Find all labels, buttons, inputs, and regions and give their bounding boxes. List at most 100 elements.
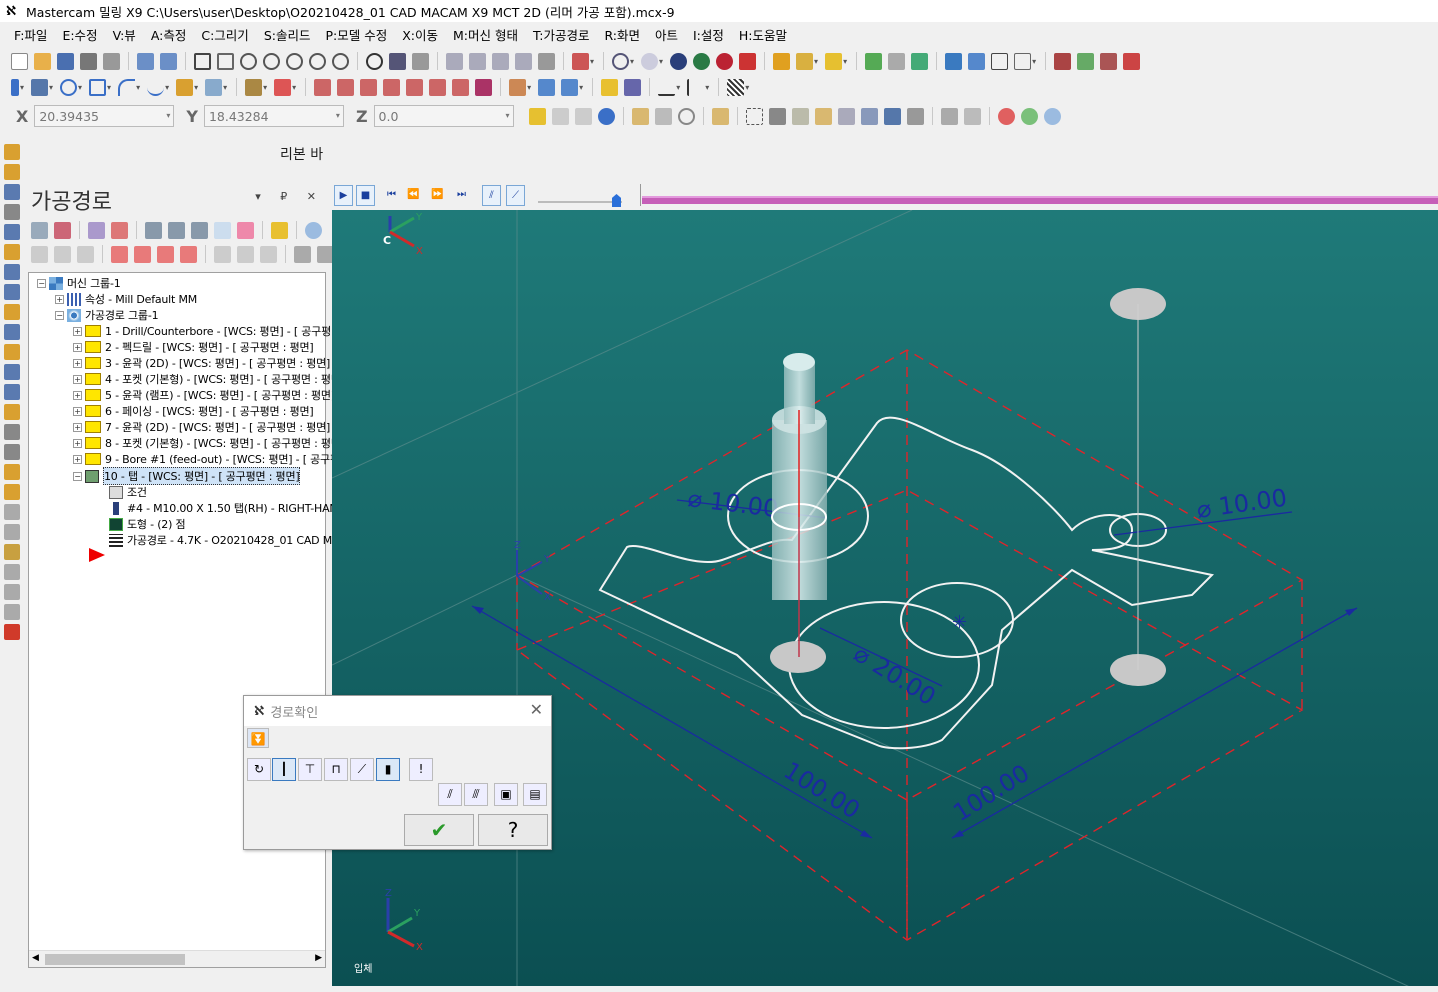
redo-icon[interactable]: [160, 52, 177, 70]
path-trail-button[interactable]: ⫽: [482, 185, 501, 206]
menu-item-5[interactable]: S:솔리드: [264, 25, 311, 44]
dimension-h-icon[interactable]: [658, 79, 676, 96]
point-icon[interactable]: [11, 78, 19, 96]
zoom-window-icon[interactable]: [240, 52, 257, 70]
select-box-icon[interactable]: [711, 107, 729, 125]
x-coordinate-input[interactable]: 20.39435 ▾: [34, 105, 175, 127]
brush-icon[interactable]: [796, 52, 814, 70]
light-icon[interactable]: [601, 78, 619, 96]
arc-icon[interactable]: [118, 78, 136, 96]
select-verify-icon[interactable]: [677, 107, 695, 125]
new-file-icon[interactable]: [11, 52, 28, 70]
tool-manager-icon[interactable]: [1054, 52, 1072, 70]
show-tool-button[interactable]: ┃: [272, 758, 296, 781]
left-tool-20-icon[interactable]: [4, 524, 20, 540]
expand-icon[interactable]: +: [73, 358, 82, 368]
chain-icon[interactable]: [945, 52, 963, 70]
collapse-icon[interactable]: −: [55, 310, 64, 320]
select-back-icon[interactable]: [883, 107, 901, 125]
menu-item-11[interactable]: 아트: [655, 25, 678, 44]
regenerate-dirty-icon[interactable]: [111, 221, 128, 239]
left-tool-10-icon[interactable]: [4, 324, 20, 340]
step-back-button[interactable]: ⏪: [404, 185, 423, 206]
left-tool-13-icon[interactable]: [4, 384, 20, 400]
print-icon[interactable]: [80, 52, 97, 70]
screenshot-button[interactable]: ▣: [494, 783, 518, 806]
expand-dialog-button[interactable]: ⏬: [247, 728, 269, 748]
left-tool-4-icon[interactable]: [4, 204, 20, 220]
rotate-icon[interactable]: [366, 52, 383, 70]
simulate-icon[interactable]: [191, 221, 208, 239]
expand-icon[interactable]: +: [73, 438, 82, 448]
color-icon[interactable]: [624, 78, 642, 96]
move-down-icon[interactable]: [111, 245, 128, 263]
left-tool-21-icon[interactable]: [4, 544, 20, 560]
tool-sim-icon[interactable]: [1100, 52, 1118, 70]
left-tool-7-icon[interactable]: [4, 264, 20, 280]
zoom-target-icon[interactable]: [263, 52, 280, 70]
help-icon[interactable]: [1043, 107, 1061, 125]
viewport-canvas[interactable]: ⌀ 10.00 ⌀ 10.00 ⌀ 20.00 100.00 100.00 ✳: [331, 209, 1438, 992]
tool-display-button[interactable]: ⟋: [506, 185, 525, 206]
select-all-ops-icon[interactable]: [31, 221, 48, 239]
tree-geometry[interactable]: 도형 - (2) 점: [109, 516, 186, 532]
tree-op-6[interactable]: +6 - 페이싱 - [WCS: 평면] - [ 공구평면 : 평면]: [73, 403, 314, 419]
tree-machine-group[interactable]: − 머신 그룹-1: [37, 275, 121, 291]
xform-offset-icon[interactable]: [406, 78, 424, 96]
left-tool-5-icon[interactable]: [4, 224, 20, 240]
left-tool-25-icon[interactable]: [4, 624, 20, 640]
speed-slider-thumb[interactable]: [612, 194, 621, 207]
snap-icon[interactable]: [528, 107, 546, 125]
tree-op-3[interactable]: +3 - 윤곽 (2D) - [WCS: 평면] - [ 공구평면 : 평면]: [73, 355, 330, 371]
collapse-icon[interactable]: −: [37, 278, 46, 288]
panel-help-icon[interactable]: [305, 221, 322, 239]
shade-red-icon[interactable]: [716, 52, 734, 70]
play-button[interactable]: ▶: [334, 185, 353, 206]
print-preview-icon[interactable]: [103, 52, 120, 70]
tree-toolpath-group[interactable]: − 가공경로 그룹-1: [55, 307, 159, 323]
select-solid-icon[interactable]: [791, 107, 809, 125]
menu-item-7[interactable]: X:이동: [402, 25, 438, 44]
select-all-icon[interactable]: [654, 107, 672, 125]
tool-verify-icon[interactable]: [1123, 52, 1141, 70]
undo-icon[interactable]: [137, 52, 154, 70]
insert-arrow-icon[interactable]: [157, 245, 174, 263]
path-trail-single-button[interactable]: ⫽: [438, 783, 462, 806]
menu-item-3[interactable]: A:측정: [151, 25, 187, 44]
snap-cross-icon[interactable]: [574, 107, 592, 125]
pointer-icon[interactable]: [768, 107, 786, 125]
scroll-left-icon[interactable]: ◀: [32, 953, 39, 963]
quick-mask-icon[interactable]: [940, 107, 958, 125]
left-tool-6-icon[interactable]: [4, 244, 20, 260]
grid-view-icon[interactable]: [1014, 52, 1032, 70]
expand-icon[interactable]: [294, 245, 311, 263]
tree-properties[interactable]: + 속성 - Mill Default MM: [55, 291, 197, 307]
right-view-icon[interactable]: [492, 52, 509, 70]
xform-rotate-icon[interactable]: [360, 78, 378, 96]
shade-green-icon[interactable]: [693, 52, 711, 70]
xform-mirror-icon[interactable]: [337, 78, 355, 96]
g1-icon[interactable]: [214, 221, 231, 239]
pencil-icon[interactable]: [773, 52, 791, 70]
xform-stretch-icon[interactable]: [475, 78, 493, 96]
fit-icon[interactable]: [194, 52, 211, 70]
ok-icon[interactable]: [1020, 107, 1038, 125]
delete-icon[interactable]: [274, 78, 292, 96]
hatch-icon[interactable]: [727, 78, 745, 96]
tree-op-1[interactable]: +1 - Drill/Counterbore - [WCS: 평면] - [ 공…: [73, 323, 375, 339]
expand-icon[interactable]: +: [73, 374, 82, 384]
top-view-icon[interactable]: [446, 52, 463, 70]
info-button[interactable]: !: [409, 758, 433, 781]
line-icon[interactable]: [31, 78, 49, 96]
zoom-out-icon[interactable]: [332, 52, 349, 70]
shade-icon[interactable]: [670, 52, 688, 70]
verify-select-icon[interactable]: [963, 107, 981, 125]
insert-pointer-icon[interactable]: [260, 245, 277, 263]
xform-translate-icon[interactable]: [314, 78, 332, 96]
left-tool-23-icon[interactable]: [4, 584, 20, 600]
lock-icon[interactable]: [31, 245, 48, 263]
expand-icon[interactable]: +: [73, 454, 82, 464]
pan-icon[interactable]: [412, 52, 429, 70]
save-button[interactable]: ▤: [523, 783, 547, 806]
left-tool-15-icon[interactable]: [4, 424, 20, 440]
